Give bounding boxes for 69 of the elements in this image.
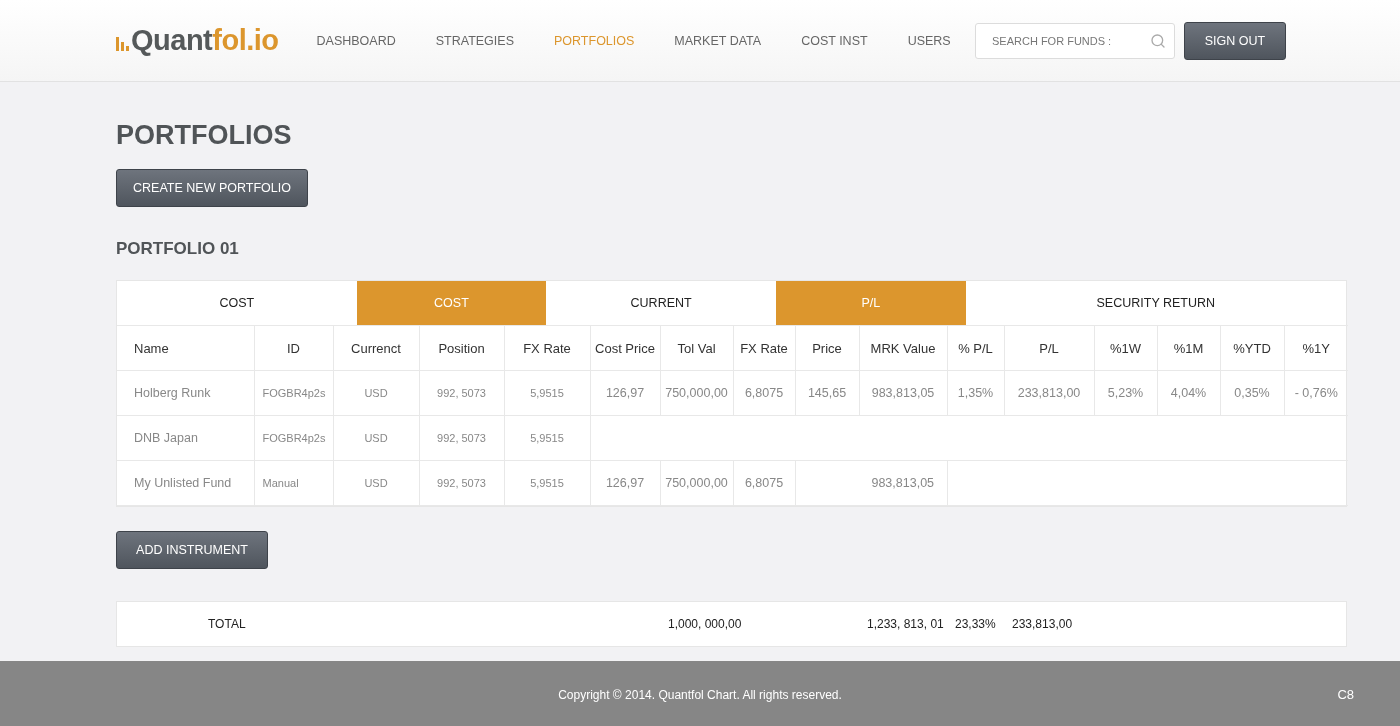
nav-link[interactable]: MARKET DATA bbox=[654, 33, 782, 48]
copyright-text: Copyright © 2014. Quantfol Chart. All rights reserved. bbox=[558, 687, 842, 702]
column-header: Position bbox=[419, 325, 504, 371]
column-header: Price bbox=[795, 325, 859, 371]
page-title: PORTFOLIOS bbox=[116, 120, 293, 151]
table-cell: My Unlisted Fund bbox=[117, 460, 254, 506]
column-header: MRK Value bbox=[859, 325, 947, 371]
table-cell: - 0,76% bbox=[1284, 370, 1348, 416]
table-cell: USD bbox=[333, 460, 419, 506]
table-cell: 983,813,05 bbox=[859, 370, 947, 416]
table-cell: 5,9515 bbox=[504, 370, 590, 416]
table-cell: 5,23% bbox=[1094, 370, 1157, 416]
column-header: Currenct bbox=[333, 325, 419, 371]
column-header: FX Rate bbox=[733, 325, 795, 371]
table-cell: USD bbox=[333, 370, 419, 416]
table-cell: 126,97 bbox=[590, 460, 660, 506]
table-cell: 0,35% bbox=[1220, 370, 1284, 416]
column-header: Cost Price bbox=[590, 325, 660, 371]
add-instrument-button[interactable]: ADD INSTRUMENT bbox=[116, 531, 268, 569]
column-header: %1W bbox=[1094, 325, 1157, 371]
table-cell: 750,000,00 bbox=[660, 460, 733, 506]
total-value: 1,000, 000,00 bbox=[667, 617, 742, 631]
total-value: 23,33% bbox=[954, 617, 996, 631]
column-group-header: COST bbox=[356, 281, 547, 325]
column-header: %1M bbox=[1157, 325, 1220, 371]
column-header: Name bbox=[117, 325, 254, 371]
table-cell: FOGBR4p2s bbox=[254, 370, 333, 416]
table-cell: 983,813,05 bbox=[859, 460, 947, 506]
table-cell: 145,65 bbox=[795, 370, 859, 416]
create-portfolio-button[interactable]: CREATE NEW PORTFOLIO bbox=[116, 169, 308, 207]
table-cell: 5,9515 bbox=[504, 415, 590, 461]
column-header: % P/L bbox=[947, 325, 1004, 371]
portfolio-title: PORTFOLIO 01 bbox=[116, 239, 240, 259]
column-header: %1Y bbox=[1284, 325, 1348, 371]
table-cell: 750,000,00 bbox=[660, 370, 733, 416]
table-cell: 1,35% bbox=[947, 370, 1004, 416]
nav-link[interactable]: COST INST bbox=[781, 33, 888, 48]
table-cell: 992, 5073 bbox=[419, 370, 504, 416]
table-cell: 233,813,00 bbox=[1004, 370, 1094, 416]
table-cell: USD bbox=[333, 415, 419, 461]
logo[interactable]: Quantfol.io bbox=[131, 24, 279, 57]
footer-code: C8 bbox=[1337, 687, 1354, 702]
column-header: P/L bbox=[1004, 325, 1094, 371]
table-cell: 4,04% bbox=[1157, 370, 1220, 416]
column-header: ID bbox=[254, 325, 333, 371]
nav-link[interactable]: USERS bbox=[887, 33, 971, 48]
table-cell: Manual bbox=[254, 460, 333, 506]
nav-link[interactable]: DASHBOARD bbox=[296, 33, 416, 48]
nav-link[interactable]: STRATEGIES bbox=[415, 33, 534, 48]
table-cell: 992, 5073 bbox=[419, 415, 504, 461]
search-field[interactable]: SEARCH FOR FUNDS : bbox=[975, 22, 1175, 59]
table-cell: 5,9515 bbox=[504, 460, 590, 506]
total-value: 1,233, 813, 01 bbox=[866, 617, 944, 631]
column-group-header: P/L bbox=[775, 281, 966, 325]
column-header: FX Rate bbox=[504, 325, 590, 371]
table-cell: FOGBR4p2s bbox=[254, 415, 333, 461]
table-cell: 6,8075 bbox=[733, 370, 795, 416]
table-cell: DNB Japan bbox=[117, 415, 254, 461]
column-header: Tol Val bbox=[660, 325, 733, 371]
table-cell: 126,97 bbox=[590, 370, 660, 416]
column-header: %YTD bbox=[1220, 325, 1284, 371]
search-icon[interactable] bbox=[1150, 32, 1166, 49]
bar-chart-icon bbox=[116, 37, 129, 51]
total-value: 233,813,00 bbox=[1011, 617, 1073, 631]
total-label: TOTAL bbox=[207, 617, 246, 631]
sign-out-button[interactable]: SIGN OUT bbox=[1184, 21, 1286, 60]
table-cell: Holberg Runk bbox=[117, 370, 254, 416]
table-cell: 6,8075 bbox=[733, 460, 795, 506]
table-cell: 992, 5073 bbox=[419, 460, 504, 506]
